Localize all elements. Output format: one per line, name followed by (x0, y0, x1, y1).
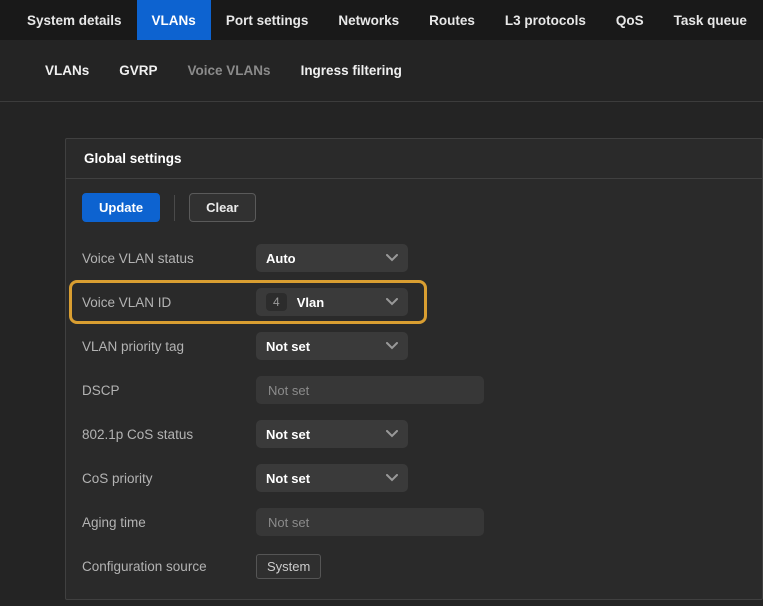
voice-vlan-status-value: Auto (266, 251, 296, 266)
voice-vlan-id-value: Vlan (297, 295, 324, 310)
tab-voice-vlans[interactable]: Voice VLANs (188, 63, 271, 78)
button-row: Update Clear (82, 193, 746, 222)
chevron-down-icon (386, 342, 398, 350)
vlan-id-badge: 4 (266, 293, 287, 311)
global-settings-card: Global settings Update Clear Voice VLAN … (65, 138, 763, 600)
tab-vlans[interactable]: VLANs (45, 63, 89, 78)
chevron-down-icon (386, 298, 398, 306)
card-body: Update Clear Voice VLAN status Auto Voic… (66, 179, 762, 602)
dscp-field: Not set (256, 376, 484, 404)
aging-time-label: Aging time (82, 515, 256, 530)
form-row-voice-vlan-id: Voice VLAN ID 4 Vlan (69, 280, 427, 324)
configuration-source-value: System (256, 554, 321, 579)
nav-item-qos[interactable]: QoS (601, 0, 659, 40)
cos-status-value: Not set (266, 427, 310, 442)
chevron-down-icon (386, 254, 398, 262)
chevron-down-icon (386, 474, 398, 482)
tab-ingress-filtering[interactable]: Ingress filtering (301, 63, 402, 78)
tab-gvrp[interactable]: GVRP (119, 63, 157, 78)
voice-vlan-status-label: Voice VLAN status (82, 251, 256, 266)
form-row-cos-priority: CoS priority Not set (82, 456, 746, 500)
nav-item-system-details[interactable]: System details (12, 0, 137, 40)
voice-vlan-id-select[interactable]: 4 Vlan (256, 288, 408, 316)
update-button[interactable]: Update (82, 193, 160, 222)
vlan-priority-tag-select[interactable]: Not set (256, 332, 408, 360)
dscp-label: DSCP (82, 383, 256, 398)
form-row-aging-time: Aging time Not set (82, 500, 746, 544)
chevron-down-icon (386, 430, 398, 438)
configuration-source-label: Configuration source (82, 559, 256, 574)
form-row-cos-status: 802.1p CoS status Not set (82, 412, 746, 456)
aging-time-field: Not set (256, 508, 484, 536)
form-row-vlan-priority-tag: VLAN priority tag Not set (82, 324, 746, 368)
card-title: Global settings (66, 139, 762, 179)
button-divider (174, 195, 175, 221)
nav-item-routes[interactable]: Routes (414, 0, 490, 40)
nav-item-task-queue[interactable]: Task queue (659, 0, 762, 40)
top-navigation: System details VLANs Port settings Netwo… (0, 0, 763, 40)
cos-status-label: 802.1p CoS status (82, 427, 256, 442)
nav-item-networks[interactable]: Networks (323, 0, 414, 40)
cos-priority-select[interactable]: Not set (256, 464, 408, 492)
vlan-priority-tag-value: Not set (266, 339, 310, 354)
vlan-priority-tag-label: VLAN priority tag (82, 339, 256, 354)
nav-item-port-settings[interactable]: Port settings (211, 0, 324, 40)
clear-button[interactable]: Clear (189, 193, 256, 222)
form-row-dscp: DSCP Not set (82, 368, 746, 412)
nav-item-vlans[interactable]: VLANs (137, 0, 211, 40)
cos-priority-label: CoS priority (82, 471, 256, 486)
form-row-configuration-source: Configuration source System (82, 544, 746, 588)
sub-navigation: VLANs GVRP Voice VLANs Ingress filtering (0, 40, 763, 102)
cos-priority-value: Not set (266, 471, 310, 486)
cos-status-select[interactable]: Not set (256, 420, 408, 448)
form-row-voice-vlan-status: Voice VLAN status Auto (82, 236, 746, 280)
voice-vlan-status-select[interactable]: Auto (256, 244, 408, 272)
nav-item-l3-protocols[interactable]: L3 protocols (490, 0, 601, 40)
voice-vlan-id-label: Voice VLAN ID (82, 295, 256, 310)
